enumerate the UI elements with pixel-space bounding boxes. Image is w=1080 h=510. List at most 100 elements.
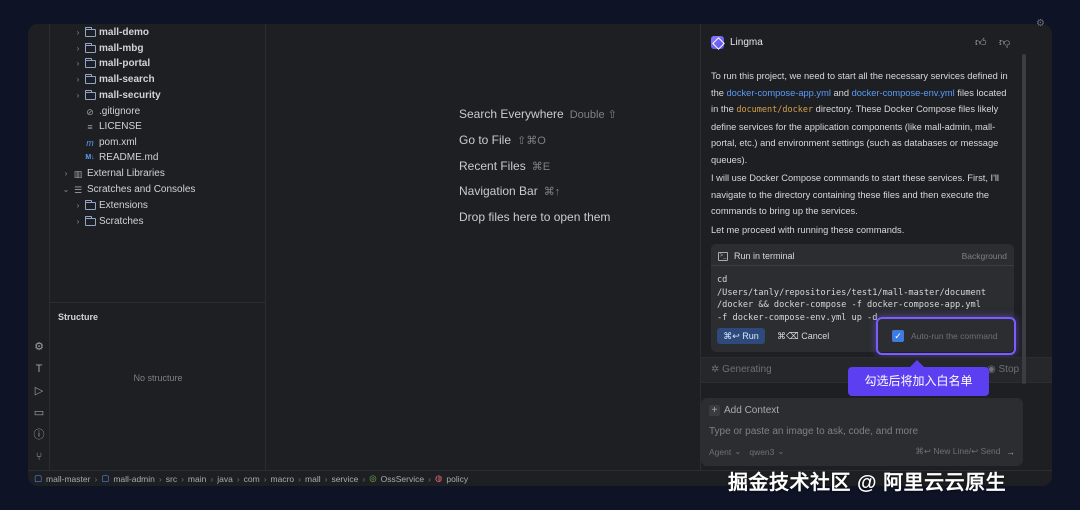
run-icon[interactable]: ▷ [32,384,46,398]
terminal-icon[interactable]: ▭ [32,406,46,420]
tree-item[interactable]: ≡ LICENSE [84,119,142,135]
chevron-right-icon[interactable]: › [72,214,84,230]
add-context-label: Add Context [724,405,780,416]
tree-item[interactable]: › ▥ External Libraries [60,166,165,182]
chevron-right-icon: › [298,473,302,484]
add-context-button[interactable]: + Add Context [709,405,779,416]
tree-item[interactable]: › mall-portal [72,56,150,72]
structure-title: Structure [58,312,99,322]
hint-navigation-bar[interactable]: Navigation Bar ⌘↑ [459,184,560,198]
chevron-right-icon[interactable]: › [72,88,84,104]
file-link[interactable]: docker-compose-env.yml [852,88,955,98]
tree-item[interactable]: › Extensions [72,198,148,214]
folder-icon [84,74,96,85]
hint-drop-files: Drop files here to open them [459,210,610,224]
ai-plugin-icon[interactable]: ⚙ [32,340,46,354]
assistant-message-paragraph: Let me proceed with running these comman… [711,225,905,235]
tree-item-label: LICENSE [99,121,142,132]
tree-item[interactable]: › mall-mbg [72,41,143,57]
tree-item[interactable]: M↓ README.md [84,150,158,166]
hint-go-to-file[interactable]: Go to File ⇧⌘O [459,133,546,147]
chevron-right-icon: › [324,473,328,484]
tree-item[interactable]: › mall-demo [72,25,149,41]
lingma-title: Lingma [730,37,763,48]
watermark: 掘金技术社区 @ 阿里云云原生 [728,472,1007,494]
breadcrumb-item[interactable]: src [166,474,177,484]
chevron-down-icon[interactable]: ⌄ [60,182,72,198]
editor-empty-state: Search Everywhere Double ⇧ Go to File ⇧⌘O … [266,24,700,478]
cancel-button[interactable]: ⌘⌫ Cancel [777,328,829,344]
thumbs-up-icon[interactable]: 👍︎ [975,36,987,49]
tree-item[interactable]: m pom.xml [84,135,137,151]
tree-item[interactable]: ⊘ .gitignore [84,104,140,120]
spinner-icon: ✲ [711,364,723,375]
hint-label: Navigation Bar [459,184,538,198]
breadcrumb-item[interactable]: macro [271,474,295,484]
terminal-card-header: >_ Run in terminal [718,251,795,261]
chat-input-box[interactable]: + Add Context Type or paste an image to a… [701,398,1023,466]
settings-icon[interactable]: ⚙ [1036,18,1045,29]
whitelist-tooltip: 勾选后将加入白名单 [848,360,989,396]
chat-input-footer: Agent ⌄ qwen3 ⌄ ⌘↩ New Line/↩ Send → [709,446,1015,457]
send-icon[interactable]: → [1007,447,1016,457]
breadcrumb-item[interactable]: mall-master [46,474,90,484]
problems-icon[interactable]: ⓘ [32,428,46,442]
run-button[interactable]: ⌘↩ Run [717,328,765,344]
chevron-right-icon[interactable]: › [72,25,84,41]
model-select[interactable]: qwen3 [749,447,774,457]
breadcrumb-item[interactable]: service [331,474,358,484]
chat-input-placeholder[interactable]: Type or paste an image to ask, code, and… [709,426,918,437]
hint-recent-files[interactable]: Recent Files ⌘E [459,159,550,173]
tree-item-label: mall-portal [99,58,151,69]
folder-icon [84,216,96,227]
breadcrumb-item[interactable]: mall-admin [113,474,155,484]
auto-run-highlight: ✓ Auto-run the command [876,317,1016,355]
tree-item-label: .gitignore [99,106,141,117]
gitignore-icon: ⊘ [86,107,94,117]
tree-item-label: pom.xml [99,137,137,148]
chevron-right-icon[interactable]: › [60,166,72,182]
folder-icon [84,27,96,38]
tree-item[interactable]: › mall-search [72,72,155,88]
terminal-mode-label[interactable]: Background [962,251,1007,261]
tree-item-label: mall-mbg [99,43,144,54]
structure-empty-text: No structure [133,373,183,383]
text-tool-icon[interactable]: T [32,362,46,376]
hint-shortcut: ⌘E [531,161,551,173]
chevron-right-icon: › [362,473,366,484]
breadcrumb-item[interactable]: policy [446,474,468,484]
lingma-logo-icon [711,36,724,49]
chat-scrollbar[interactable] [1022,54,1026,384]
hint-shortcut: ⇧⌘O [517,135,546,147]
breadcrumb-item[interactable]: main [188,474,206,484]
chevron-down-icon: ⌄ [734,446,742,456]
auto-run-checkbox[interactable]: ✓ [892,330,904,342]
assistant-message-paragraph: I will use Docker Compose commands to st… [711,173,999,216]
lingma-chat-panel: Lingma 👍︎ 👎︎ To run this project, we nee… [700,24,1052,478]
chevron-right-icon: › [428,473,431,484]
breadcrumb-item[interactable]: mall [305,474,321,484]
thumbs-down-icon[interactable]: 👎︎ [999,36,1010,49]
git-icon[interactable]: ⑂ [32,450,46,464]
tree-item[interactable]: ⌄ ☰ Scratches and Consoles [60,182,196,198]
chevron-right-icon: › [236,473,240,484]
chevron-right-icon[interactable]: › [72,41,84,57]
chevron-right-icon[interactable]: › [72,56,84,72]
breadcrumb-item[interactable]: OssService [381,474,424,484]
breadcrumb-item[interactable]: java [217,474,233,484]
maven-icon: m [86,138,94,148]
stop-button[interactable]: ◉ Stop [987,364,1019,375]
file-link[interactable]: docker-compose-app.yml [727,88,831,98]
chevron-right-icon[interactable]: › [72,198,84,214]
tree-item-label: External Libraries [87,168,165,179]
tree-item[interactable]: › mall-security [72,88,161,104]
tool-window-strip: ⚙ T ▷ ▭ ⓘ ⑂ [28,24,50,486]
breadcrumb-item[interactable]: com [244,474,260,484]
mode-select[interactable]: Agent [709,447,731,457]
terminal-card-title: Run in terminal [734,251,795,261]
tree-item[interactable]: › Scratches [72,214,143,230]
tree-item-label: Scratches [99,216,144,227]
hint-search-everywhere[interactable]: Search Everywhere Double ⇧ [459,107,617,121]
chevron-right-icon[interactable]: › [72,72,84,88]
hint-shortcut: Double ⇧ [569,109,617,121]
